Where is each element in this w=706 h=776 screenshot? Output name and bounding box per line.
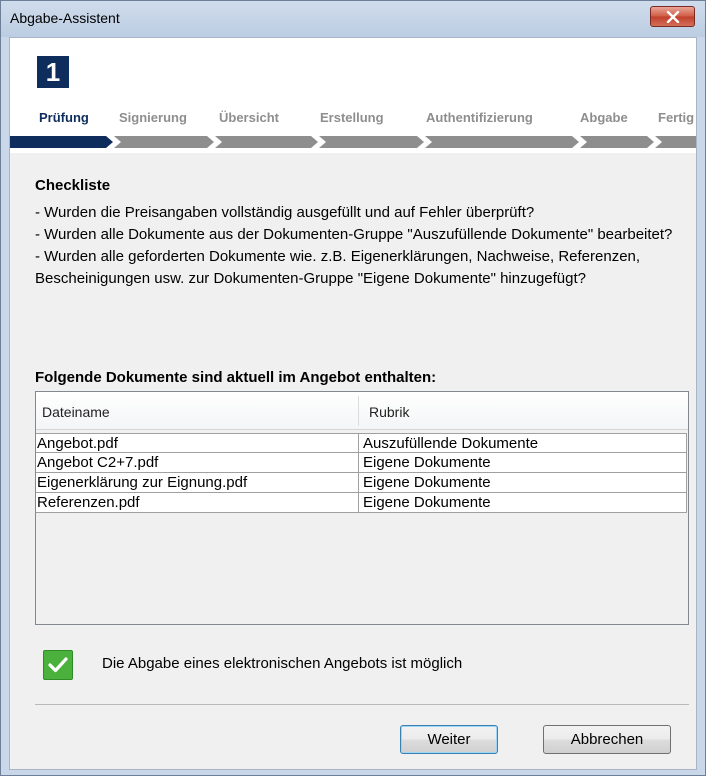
cell-divider: [358, 453, 359, 472]
close-icon: [666, 10, 679, 23]
column-header-rubrik[interactable]: Rubrik: [369, 404, 409, 420]
checklist-item: - Wurden alle geforderten Dokumente wie.…: [35, 248, 641, 287]
progress-segment: [580, 136, 654, 148]
cell-divider: [358, 473, 359, 492]
table-row[interactable]: Angebot C2+7.pdf Eigene Dokumente: [36, 453, 687, 473]
cell-divider: [686, 493, 687, 512]
progress-segment: [114, 136, 214, 148]
progress-segment: [655, 136, 696, 148]
cell-divider: [686, 473, 687, 492]
cell-filename: Angebot.pdf: [37, 435, 118, 452]
step-number-badge: 1: [37, 56, 69, 88]
progress-segment-active: [10, 136, 113, 148]
cell-category: Auszufüllende Dokumente: [363, 435, 539, 452]
table-row[interactable]: Eigenerklärung zur Eignung.pdf Eigene Do…: [36, 473, 687, 493]
footer-divider: [35, 704, 689, 705]
wizard-window: Abgabe-Assistent 1 Prüfung Signierung Üb…: [0, 0, 706, 776]
cell-category: Eigene Dokumente: [363, 454, 491, 471]
cell-divider: [686, 453, 687, 472]
column-divider[interactable]: [358, 396, 359, 426]
progress-segment: [319, 136, 424, 148]
step-authentifizierung: Authentifizierung: [426, 110, 533, 125]
cell-filename: Angebot C2+7.pdf: [37, 454, 159, 471]
step-abgabe: Abgabe: [580, 110, 628, 125]
cell-category: Eigene Dokumente: [363, 494, 491, 511]
checklist-title: Checkliste: [35, 177, 111, 194]
window-title: Abgabe-Assistent: [10, 10, 120, 26]
cell-divider: [358, 493, 359, 512]
progress-segment: [215, 136, 318, 148]
wizard-header: 1 Prüfung Signierung Übersicht Erstellun…: [10, 38, 696, 153]
cell-category: Eigene Dokumente: [363, 474, 491, 491]
cell-divider: [358, 434, 359, 453]
step-uebersicht: Übersicht: [219, 110, 279, 125]
status-message: Die Abgabe eines elektronischen Angebots…: [102, 655, 463, 672]
table-header: Dateiname Rubrik: [36, 392, 688, 430]
documents-table[interactable]: Dateiname Rubrik Angebot.pdf Auszufüllen…: [35, 391, 689, 625]
check-icon: [43, 650, 73, 680]
checklist-text: - Wurden die Preisangaben vollständig au…: [35, 202, 675, 290]
cancel-button[interactable]: Abbrechen: [543, 725, 671, 754]
checklist-item: - Wurden alle Dokumente aus der Dokument…: [35, 226, 673, 243]
dialog-content: 1 Prüfung Signierung Übersicht Erstellun…: [9, 37, 697, 770]
table-body: Angebot.pdf Auszufüllende Dokumente Ange…: [36, 433, 688, 513]
next-button[interactable]: Weiter: [400, 725, 498, 754]
step-signierung: Signierung: [119, 110, 187, 125]
step-fertig: Fertig: [658, 110, 695, 125]
checklist-item: - Wurden die Preisangaben vollständig au…: [35, 204, 535, 221]
progress-segment: [425, 136, 579, 148]
documents-title: Folgende Dokumente sind aktuell im Angeb…: [35, 369, 437, 386]
column-header-dateiname[interactable]: Dateiname: [42, 404, 110, 420]
title-bar: Abgabe-Assistent: [1, 1, 705, 37]
cell-divider: [686, 434, 687, 453]
step-list: Prüfung Signierung Übersicht Erstellung …: [10, 110, 696, 130]
table-row[interactable]: Referenzen.pdf Eigene Dokumente: [36, 493, 687, 513]
step-progress-bar: [10, 136, 696, 148]
step-erstellung: Erstellung: [320, 110, 384, 125]
submission-status: Die Abgabe eines elektronischen Angebots…: [43, 650, 643, 680]
step-pruefung: Prüfung: [39, 110, 89, 125]
cell-filename: Eigenerklärung zur Eignung.pdf: [37, 474, 248, 491]
table-row[interactable]: Angebot.pdf Auszufüllende Dokumente: [36, 433, 687, 453]
cell-filename: Referenzen.pdf: [37, 494, 140, 511]
close-button[interactable]: [650, 6, 695, 27]
